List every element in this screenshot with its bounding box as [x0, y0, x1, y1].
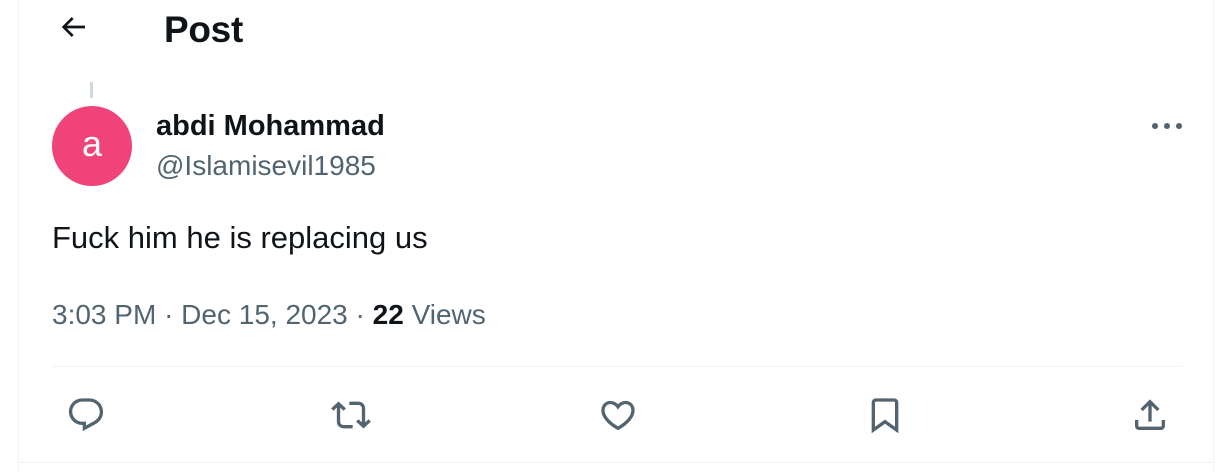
post-meta: 3:03 PM · Dec 15, 2023 · 22 Views	[52, 295, 486, 335]
views-label: Views	[411, 299, 486, 330]
post-text: Fuck him he is replacing us	[52, 220, 428, 255]
more-options-button[interactable]	[1147, 110, 1187, 142]
share-icon	[1130, 395, 1170, 435]
arrow-left-icon	[57, 11, 89, 43]
heart-icon	[598, 395, 638, 435]
page-title: Post	[164, 9, 243, 50]
views-count: 22	[372, 299, 404, 330]
share-button[interactable]	[1128, 393, 1172, 437]
thread-connector-line	[90, 82, 93, 98]
bookmark-icon	[865, 395, 905, 435]
repost-button[interactable]	[329, 393, 373, 437]
avatar[interactable]: a	[52, 106, 132, 186]
more-horizontal-icon	[1150, 121, 1184, 131]
post-date[interactable]: Dec 15, 2023	[181, 299, 348, 330]
reply-icon	[66, 395, 106, 435]
author-handle[interactable]: @Islamisevil1985	[156, 148, 376, 184]
meta-separator: ·	[355, 299, 365, 330]
back-button[interactable]	[55, 9, 91, 45]
divider	[19, 462, 1213, 463]
header: Post	[19, 0, 1213, 64]
author-display-name[interactable]: abdi Mohammad	[156, 108, 385, 144]
like-button[interactable]	[596, 393, 640, 437]
repost-icon	[331, 395, 371, 435]
reply-button[interactable]	[64, 393, 108, 437]
meta-separator: ·	[164, 299, 174, 330]
bookmark-button[interactable]	[863, 393, 907, 437]
post-detail-panel: Post a abdi Mohammad @Islamisevil1985 Fu…	[18, 0, 1214, 472]
avatar-letter: a	[81, 123, 103, 164]
divider	[52, 366, 1182, 367]
post-time[interactable]: 3:03 PM	[52, 299, 156, 330]
